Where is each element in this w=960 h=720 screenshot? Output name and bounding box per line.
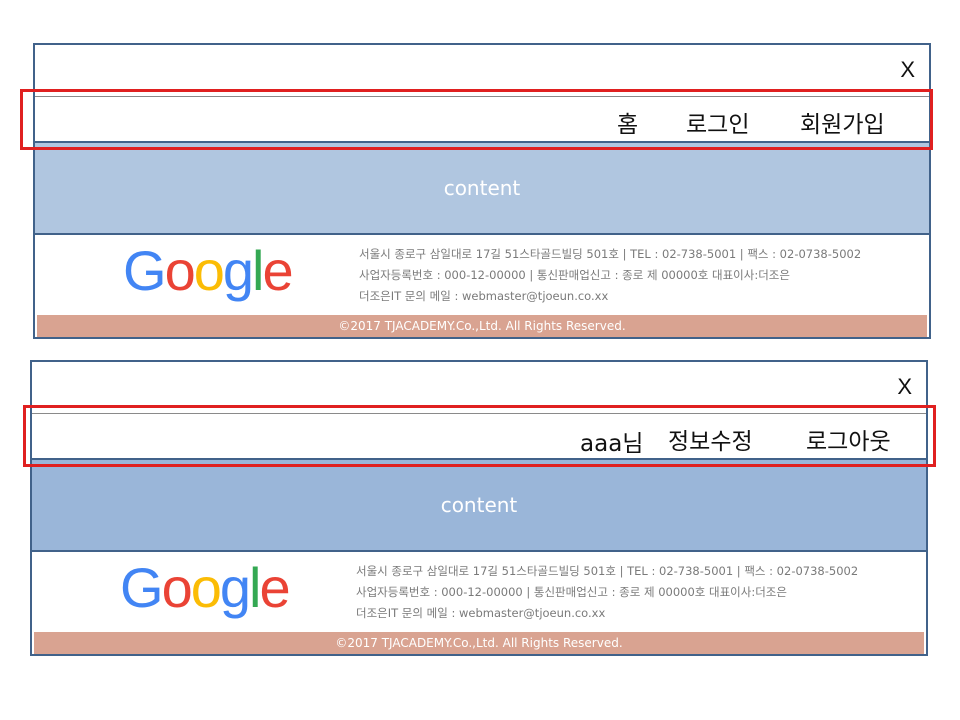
logo-letter: l [252, 239, 265, 302]
nav-highlight-box [20, 89, 933, 150]
copyright-bar: ©2017 TJACADEMY.Co.,Ltd. All Rights Rese… [34, 632, 924, 654]
logo-letter: e [262, 239, 293, 302]
footer-info: 서울시 종로구 삼일대로 17길 51스타골드빌딩 501호 | TEL : 0… [356, 561, 858, 624]
footer-email: 더조은IT 문의 메일 : webmaster@tjoeun.co.xx [356, 606, 606, 620]
copyright-text: ©2017 TJACADEMY.Co.,Ltd. All Rights Rese… [335, 636, 623, 650]
logo-letter: G [120, 556, 164, 619]
footer-info: 서울시 종로구 삼일대로 17길 51스타골드빌딩 501호 | TEL : 0… [359, 244, 861, 307]
footer: Google 서울시 종로구 삼일대로 17길 51스타골드빌딩 501호 | … [32, 552, 926, 654]
footer-registration: 사업자등록번호 : 000-12-00000 | 통신판매업신고 : 종로 제 … [359, 268, 790, 282]
copyright-bar: ©2017 TJACADEMY.Co.,Ltd. All Rights Rese… [37, 315, 927, 337]
copyright-text: ©2017 TJACADEMY.Co.,Ltd. All Rights Rese… [338, 319, 626, 333]
page-frame-logged-out: X 홈 로그인 회원가입 content Google 서울시 종로구 삼일대로… [33, 43, 931, 339]
logo-letter: l [249, 556, 262, 619]
logo-letter: o [161, 556, 193, 619]
footer-address: 서울시 종로구 삼일대로 17길 51스타골드빌딩 501호 | TEL : 0… [359, 247, 862, 261]
logo-letter: o [190, 556, 222, 619]
content-label: content [443, 176, 521, 200]
logo-letter: o [164, 239, 196, 302]
logo-letter: g [219, 556, 251, 619]
logo-letter: e [259, 556, 290, 619]
footer: Google 서울시 종로구 삼일대로 17길 51스타골드빌딩 501호 | … [35, 235, 929, 337]
nav-highlight-box [23, 405, 936, 467]
content-area: content [35, 143, 929, 235]
content-label: content [440, 493, 518, 517]
google-logo: Google [120, 556, 291, 619]
logo-letter: g [222, 239, 254, 302]
footer-address: 서울시 종로구 삼일대로 17길 51스타골드빌딩 501호 | TEL : 0… [356, 564, 859, 578]
google-logo: Google [123, 239, 294, 302]
close-button[interactable]: X [897, 376, 912, 398]
footer-registration: 사업자등록번호 : 000-12-00000 | 통신판매업신고 : 종로 제 … [356, 585, 787, 599]
logo-letter: o [193, 239, 225, 302]
close-button[interactable]: X [900, 59, 915, 81]
content-area: content [32, 460, 926, 552]
footer-email: 더조은IT 문의 메일 : webmaster@tjoeun.co.xx [359, 289, 609, 303]
logo-letter: G [123, 239, 167, 302]
